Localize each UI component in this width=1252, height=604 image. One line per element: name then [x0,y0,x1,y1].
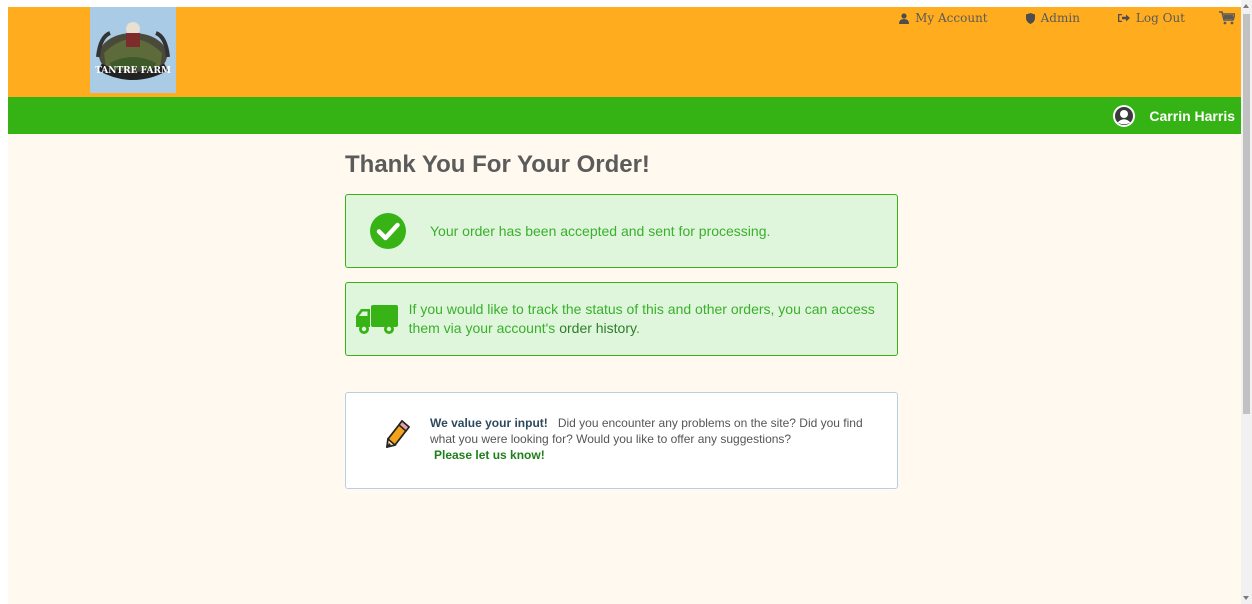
top-nav: My Account Admin Log Out [861,11,1235,25]
scroll-up-arrow[interactable] [1243,4,1249,8]
page-title: Thank You For Your Order! [345,151,650,178]
order-accepted-text: Your order has been accepted and sent fo… [430,222,771,239]
farm-logo-image: TANTRE FARM [90,7,176,93]
track-orders-message: If you would like to track the status of… [408,301,875,336]
log-out-link[interactable]: Log Out [1117,11,1185,25]
order-accepted-alert: Your order has been accepted and sent fo… [345,194,898,268]
truck-icon [356,305,399,334]
logout-icon [1117,14,1130,22]
logo-text: TANTRE FARM [95,66,171,76]
track-orders-period: . [635,320,640,336]
cart-button[interactable] [1219,11,1235,25]
feedback-lead: We value your input! [430,416,548,430]
user-name: Carrin Harris [1149,107,1235,124]
top-margin [0,0,1252,7]
admin-link[interactable]: Admin [1025,11,1080,25]
site-header: TANTRE FARM My Account Admin Log Out [8,7,1241,97]
check-circle-icon [370,213,406,249]
track-orders-alert: If you would like to track the status of… [345,282,898,356]
my-account-link[interactable]: My Account [899,11,988,25]
admin-label: Admin [1040,11,1080,25]
my-account-label: My Account [915,11,988,25]
scroll-down-arrow[interactable] [1243,596,1249,600]
user-bar: Carrin Harris [8,97,1241,134]
farm-logo[interactable]: TANTRE FARM [90,7,176,93]
order-history-link[interactable]: order history [559,320,636,336]
feedback-text: We value your input! Did you encounter a… [430,415,870,463]
scroll-thumb[interactable] [1243,14,1250,414]
log-out-label: Log Out [1135,11,1185,25]
user-menu[interactable]: Carrin Harris [1112,97,1235,134]
shield-icon [1025,12,1035,24]
feedback-box: We value your input! Did you encounter a… [345,392,898,489]
main-content: Thank You For Your Order! Your order has… [8,134,1241,604]
cart-icon [1219,11,1235,25]
pencil-icon [386,419,411,448]
track-orders-text: If you would like to track the status of… [409,300,897,338]
vertical-scrollbar[interactable] [1241,0,1252,604]
feedback-link[interactable]: Please let us know! [434,448,545,462]
user-icon [899,12,910,24]
avatar-icon [1113,104,1136,127]
